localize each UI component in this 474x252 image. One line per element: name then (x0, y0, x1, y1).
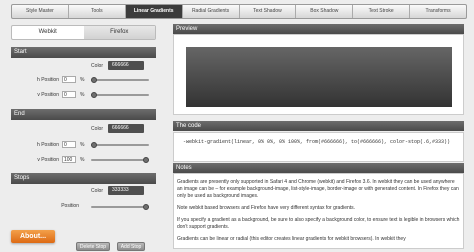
end-h-unit: % (80, 142, 85, 148)
about-button[interactable]: About... (11, 230, 55, 243)
stops-section-heading: Stops (11, 173, 156, 184)
end-v-slider-handle[interactable] (143, 157, 149, 163)
notes-panel: Gradients are presently only supported i… (173, 173, 464, 249)
start-section-heading: Start (11, 47, 156, 58)
delete-stop-button[interactable]: Delete Stop (76, 242, 110, 251)
end-h-position-input[interactable]: 0 (62, 141, 76, 148)
tab-firefox[interactable]: Firefox (83, 26, 155, 39)
tab-style-master[interactable]: Style Master (12, 5, 69, 18)
browser-tabs: Webkit Firefox (11, 25, 156, 40)
start-color-field[interactable]: 666666 (108, 61, 144, 70)
start-h-slider-handle[interactable] (91, 77, 97, 83)
code-heading: The code (173, 121, 464, 131)
start-h-unit: % (80, 77, 85, 83)
notes-paragraph: Gradients are presently only supported i… (177, 179, 459, 199)
end-h-position-label: h Position (37, 142, 59, 148)
tab-transforms[interactable]: Transforms (410, 5, 466, 18)
end-color-field[interactable]: 666666 (108, 124, 144, 133)
end-color-label: Color (91, 126, 103, 132)
end-v-slider[interactable] (91, 157, 149, 163)
gradient-controls-panel: Webkit Firefox Start Color 666666 h Posi… (11, 25, 156, 251)
start-v-slider[interactable] (91, 92, 149, 98)
stop-position-label: Position (61, 203, 79, 209)
tab-box-shadow[interactable]: Box Shadow (296, 5, 354, 18)
tab-webkit[interactable]: Webkit (12, 26, 84, 39)
tab-text-stroke[interactable]: Text Stroke (353, 5, 411, 18)
stop-color-field[interactable]: 333333 (108, 186, 144, 195)
start-color-label: Color (91, 63, 103, 69)
add-stop-button[interactable]: Add Stop (117, 242, 145, 251)
start-v-slider-handle[interactable] (91, 92, 97, 98)
stop-position-slider-handle[interactable] (143, 204, 149, 210)
end-v-position-label: v Position (37, 157, 59, 163)
stop-position-slider[interactable] (91, 204, 149, 210)
preview-panel (173, 34, 464, 115)
stop-color-label: Color (91, 188, 103, 194)
end-section-heading: End (11, 109, 156, 120)
tab-radial-gradients[interactable]: Radial Gradients (183, 5, 240, 18)
code-output[interactable]: -webkit-gradient(linear, 0% 0%, 0% 100%,… (173, 132, 464, 162)
start-v-unit: % (80, 92, 85, 98)
start-h-slider[interactable] (91, 77, 149, 83)
start-v-position-input[interactable]: 0 (62, 91, 76, 98)
preview-heading: Preview (173, 24, 464, 34)
notes-paragraph: Note webkit based browsers and Firefox h… (177, 205, 356, 211)
notes-paragraph: Gradients can be linear or radial (this … (177, 236, 406, 242)
notes-paragraph: If you specify a gradient as a backgroun… (177, 217, 460, 230)
end-h-slider[interactable] (91, 142, 149, 148)
end-h-slider-handle[interactable] (91, 142, 97, 148)
start-h-position-label: h Position (37, 77, 59, 83)
notes-heading: Notes (173, 163, 464, 173)
tab-tools[interactable]: Tools (69, 5, 126, 18)
tab-linear-gradients[interactable]: Linear Gradients (125, 5, 183, 18)
top-navigation: Style Master Tools Linear Gradients Radi… (11, 4, 467, 19)
start-v-position-label: v Position (37, 92, 59, 98)
tab-text-shadow[interactable]: Text Shadow (240, 5, 297, 18)
end-v-unit: % (80, 157, 85, 163)
end-v-position-input[interactable]: 100 (62, 156, 76, 163)
start-h-position-input[interactable]: 0 (62, 76, 76, 83)
gradient-preview (186, 47, 452, 107)
